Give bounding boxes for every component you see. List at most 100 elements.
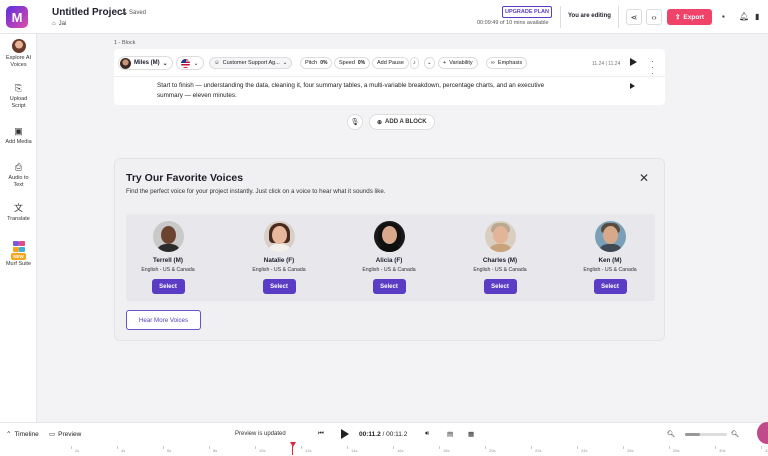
sidebar: Explore AI Voices ⎘ Upload Script ▣ Add …: [0, 34, 37, 422]
phonetic-icon: ♪: [413, 60, 416, 66]
editing-status: You are editing: [568, 13, 611, 19]
block-text[interactable]: Start to finish — understanding the data…: [157, 81, 557, 101]
emoji-icon: ☺: [214, 60, 220, 66]
ruler-tick-label: 26s: [627, 448, 634, 453]
ruler-tick-label: 12s: [305, 448, 312, 453]
captions-icon[interactable]: ▦: [468, 430, 474, 438]
timeline-toggle[interactable]: ⌃ Timeline: [6, 430, 39, 439]
mic-icon: 🎙︎: [350, 119, 360, 126]
close-icon[interactable]: ✕: [639, 171, 649, 185]
bottom-bar: ⌃ Timeline ▭ Preview Preview is updated …: [0, 422, 768, 456]
ruler-tick-label: 2s: [75, 448, 80, 453]
upload-icon: ⇪: [674, 14, 681, 21]
upload-file-icon: ⎘: [14, 83, 23, 93]
select-button[interactable]: Select: [483, 279, 517, 294]
select-button[interactable]: Select: [593, 279, 627, 294]
add-pause-button[interactable]: Add Pause: [372, 57, 409, 69]
ruler-tick-label: 14s: [351, 448, 358, 453]
speed-control[interactable]: Speed 0%: [334, 57, 371, 69]
zoom-in-icon[interactable]: 🔍︎: [731, 430, 739, 438]
block-label: 1 - Block: [114, 40, 136, 46]
bell-icon[interactable]: 🔔︎: [739, 12, 749, 21]
time-readout: 00:11.2 / 00:11.2: [359, 431, 408, 438]
sidebar-item-add-media[interactable]: ▣ Add Media: [0, 125, 37, 146]
pitch-control[interactable]: Pitch 0%: [300, 57, 333, 69]
voice-card-natalie[interactable]: Natalie (F) English - US & Canada Select: [236, 221, 322, 294]
menu-icon[interactable]: ▮: [755, 12, 759, 21]
voice-card-terrell[interactable]: Terrell (M) English - US & Canada Select: [125, 221, 211, 294]
playhead[interactable]: [290, 442, 296, 455]
select-button[interactable]: Select: [262, 279, 296, 294]
translate-icon: 文: [13, 203, 23, 213]
voice-card-ken[interactable]: Ken (M) English - US & Canada Select: [567, 221, 653, 294]
export-button[interactable]: ⇪ Export: [667, 9, 712, 25]
us-flag-icon: [181, 58, 191, 68]
murf-logo[interactable]: M: [6, 6, 28, 28]
voice-avatar: [484, 221, 516, 252]
ruler-tick-label: 22s: [535, 448, 542, 453]
pronunciation-dropdown[interactable]: ⌄: [424, 57, 435, 69]
breadcrumb[interactable]: ⌂ Jai: [52, 21, 66, 27]
voice-grid: Terrell (M) English - US & Canada Select…: [126, 214, 655, 301]
sidebar-item-audio-to-text[interactable]: ⎙ Audio to Text: [0, 161, 37, 189]
media-icon: ▣: [14, 126, 23, 136]
voice-avatar: [152, 221, 184, 252]
saved-label: Saved: [129, 9, 147, 16]
upgrade-plan-button[interactable]: UPGRADE PLAN: [502, 6, 552, 18]
export-label: Export: [683, 13, 705, 21]
chevron-up-icon: ⌃: [6, 431, 12, 438]
sidebar-item-explore-voices[interactable]: Explore AI Voices: [0, 39, 37, 69]
play-icon[interactable]: [341, 429, 349, 439]
cloud-icon: ☁: [121, 10, 127, 16]
ruler-tick: [439, 446, 440, 449]
clapper-icon[interactable]: ▤: [447, 430, 453, 438]
select-button[interactable]: Select: [372, 279, 406, 294]
sidebar-item-upload-script[interactable]: ⎘ Upload Script: [0, 82, 37, 110]
voice-card-charles[interactable]: Charles (M) English - US & Canada Select: [457, 221, 543, 294]
ruler-tick: [715, 446, 716, 449]
sidebar-item-murf-suite[interactable]: NEW Murf Suite: [0, 241, 37, 268]
mic-button[interactable]: 🎙︎: [347, 114, 363, 130]
more-options-icon[interactable]: · · ·: [651, 58, 654, 78]
add-block-button[interactable]: ⊕ ADD A BLOCK: [369, 114, 435, 130]
ruler-tick-label: 8s: [213, 448, 218, 453]
zoom-out-icon[interactable]: 🔍︎: [667, 430, 675, 438]
skip-back-icon[interactable]: ⏮︎: [318, 430, 324, 438]
ruler-tick: [209, 446, 210, 449]
share-button[interactable]: ⋖: [626, 9, 642, 25]
preview-toggle[interactable]: ▭ Preview: [49, 430, 81, 439]
sidebar-item-translate[interactable]: 文 Translate: [0, 202, 37, 223]
play-icon[interactable]: [630, 58, 637, 66]
ruler-tick-label: 4s: [121, 448, 126, 453]
hear-more-voices-button[interactable]: Hear More Voices: [126, 310, 201, 330]
voice-avatar: [594, 221, 626, 252]
divider: [560, 6, 561, 28]
new-badge: NEW: [11, 253, 26, 260]
timeline-ruler[interactable]: 2s 4s 6s 8s 10s 12s 14s 16s 18s 20s 22s 24s 26s 28s 30…: [37, 444, 768, 456]
block-card[interactable]: Miles (M) ⌄ ⌄ ☺ Customer Support Ag... ⌄…: [114, 49, 665, 105]
project-title[interactable]: Untitled Project: [52, 7, 126, 18]
ruler-tick: [255, 446, 256, 449]
voice-name: Miles (M): [134, 60, 160, 66]
zoom-slider[interactable]: [685, 433, 727, 436]
code-icon: ‹›: [651, 12, 657, 22]
embed-button[interactable]: ‹›: [646, 9, 662, 25]
language-selector[interactable]: ⌄: [176, 56, 204, 70]
chevron-down-icon: ⌄: [427, 60, 432, 66]
style-selector[interactable]: ☺ Customer Support Ag... ⌄: [209, 57, 293, 69]
voice-card-alicia[interactable]: Alicia (F) English - US & Canada Select: [346, 221, 432, 294]
preview-status: Preview is updated: [235, 431, 286, 437]
voice-avatar: [263, 221, 295, 252]
voice-selector[interactable]: Miles (M) ⌄: [118, 56, 173, 70]
select-button[interactable]: Select: [151, 279, 185, 294]
play-paragraph-icon[interactable]: [630, 83, 635, 89]
ruler-tick-label: 30s: [719, 448, 726, 453]
ruler-tick: [761, 446, 762, 449]
emphasis-control[interactable]: ∞ Emphasis: [486, 57, 528, 69]
volume-icon[interactable]: 🔊︎: [425, 430, 429, 438]
variability-control[interactable]: + Variability: [438, 57, 478, 69]
chat-icon[interactable]: ▪: [722, 12, 725, 21]
pronunciation-button[interactable]: ♪: [410, 57, 419, 69]
chevron-down-icon: ⌄: [193, 60, 199, 67]
ruler-tick-label: 18s: [443, 448, 450, 453]
